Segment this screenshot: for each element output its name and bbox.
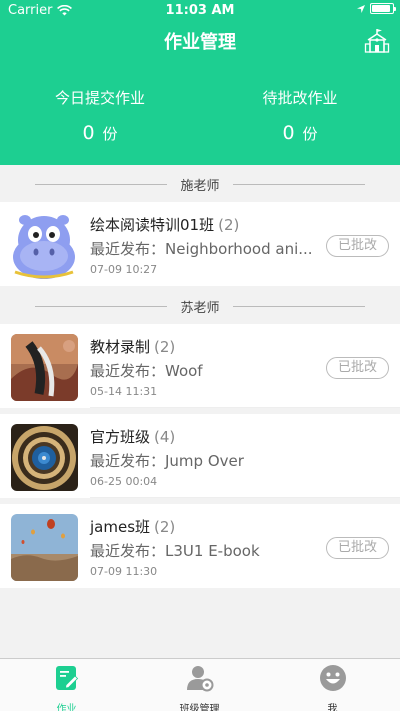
status-right xyxy=(356,3,396,14)
class-name-text: james班 xyxy=(90,518,151,536)
section-header-teacher-shi: 施老师 xyxy=(0,166,400,202)
teacher-name: 施老师 xyxy=(180,178,220,194)
class-name-text: 教材录制 xyxy=(90,338,151,356)
class-row[interactable]: 官方班级 (4) 最近发布：Jump Over 06-25 00:04 xyxy=(0,414,400,498)
class-manage-icon xyxy=(186,666,213,692)
row-divider xyxy=(90,497,400,498)
class-avatar-photo xyxy=(11,334,78,401)
pending-review-label: 待批改作业 xyxy=(262,89,338,107)
tab-homework[interactable]: 作业 xyxy=(0,664,133,711)
class-row[interactable]: 教材录制 (2) 最近发布：Woof 05-14 11:31 已批改 xyxy=(0,324,400,408)
school-icon[interactable] xyxy=(364,28,390,54)
tab-homework-label: 作业 xyxy=(56,704,77,711)
class-row[interactable]: james班 (2) 最近发布：L3U1 E-book 07-09 11:30 已… xyxy=(0,504,400,588)
divider-line xyxy=(35,305,168,307)
class-count: (2) xyxy=(154,338,176,356)
latest-date: 07-09 11:30 xyxy=(90,565,158,578)
tab-class-manage-label: 班级管理 xyxy=(179,704,220,711)
status-bar: Carrier 11:03 AM xyxy=(0,0,400,22)
latest-date: 06-25 00:04 xyxy=(90,475,158,488)
class-name-text: 绘本阅读特训01班 xyxy=(90,216,215,234)
reviewed-badge[interactable]: 已批改 xyxy=(326,537,389,559)
class-avatar-hippo xyxy=(11,212,78,279)
clock: 11:03 AM xyxy=(165,3,235,18)
today-submitted-label: 今日提交作业 xyxy=(54,89,145,107)
class-avatar-photo xyxy=(11,424,78,491)
reviewed-badge[interactable]: 已批改 xyxy=(326,357,389,379)
latest-date: 07-09 10:27 xyxy=(90,263,158,276)
class-row[interactable]: 绘本阅读特训01班 (2) 最近发布：Neighborhood ani... 07… xyxy=(0,202,400,286)
tab-me[interactable]: 我 xyxy=(266,664,399,711)
class-name: 官方班级 (4) xyxy=(90,426,175,447)
latest-assignment: 最近发布：Jump Over xyxy=(90,452,244,470)
tab-bar: 作业 班级管理 我 xyxy=(0,658,400,711)
teacher-name: 苏老师 xyxy=(180,300,220,316)
reviewed-badge[interactable]: 已批改 xyxy=(326,235,389,257)
class-name: 绘本阅读特训01班 (2) xyxy=(90,214,239,235)
section-header-teacher-su: 苏老师 xyxy=(0,288,400,324)
battery-icon xyxy=(370,3,396,14)
location-arrow-icon xyxy=(357,4,365,13)
row-divider xyxy=(90,407,400,408)
nav-bar: 作业管理 xyxy=(0,22,400,60)
divider-line xyxy=(35,183,168,185)
page-title: 作业管理 xyxy=(164,32,236,53)
tab-class-manage[interactable]: 班级管理 xyxy=(133,664,266,711)
class-name: 教材录制 (2) xyxy=(90,336,175,357)
pending-review-unit: 份 xyxy=(302,125,318,143)
class-name: james班 (2) xyxy=(90,516,175,537)
today-submitted-value: 0份 xyxy=(0,122,200,144)
divider-line xyxy=(232,305,365,307)
today-submitted-count: 0 xyxy=(82,122,95,144)
homework-icon xyxy=(55,666,78,690)
class-count: (4) xyxy=(154,428,176,446)
pending-review-stat[interactable]: 待批改作业 0份 xyxy=(200,60,400,144)
today-submitted-unit: 份 xyxy=(102,125,118,143)
battery-fill xyxy=(372,5,390,12)
class-avatar-photo xyxy=(11,514,78,581)
latest-assignment: 最近发布：Woof xyxy=(90,362,203,380)
latest-date: 05-14 11:31 xyxy=(90,385,158,398)
divider-line xyxy=(232,183,365,185)
latest-assignment: 最近发布：Neighborhood ani... xyxy=(90,240,313,258)
smiley-icon xyxy=(319,665,346,691)
class-name-text: 官方班级 xyxy=(90,428,151,446)
pending-review-value: 0份 xyxy=(200,122,400,144)
latest-assignment: 最近发布：L3U1 E-book xyxy=(90,542,260,560)
today-submitted-stat[interactable]: 今日提交作业 0份 xyxy=(0,60,200,144)
stats-panel: 今日提交作业 0份 待批改作业 0份 xyxy=(0,60,400,165)
pending-review-count: 0 xyxy=(282,122,295,144)
tab-me-label: 我 xyxy=(327,704,338,711)
class-count: (2) xyxy=(154,518,176,536)
class-count: (2) xyxy=(218,216,240,234)
